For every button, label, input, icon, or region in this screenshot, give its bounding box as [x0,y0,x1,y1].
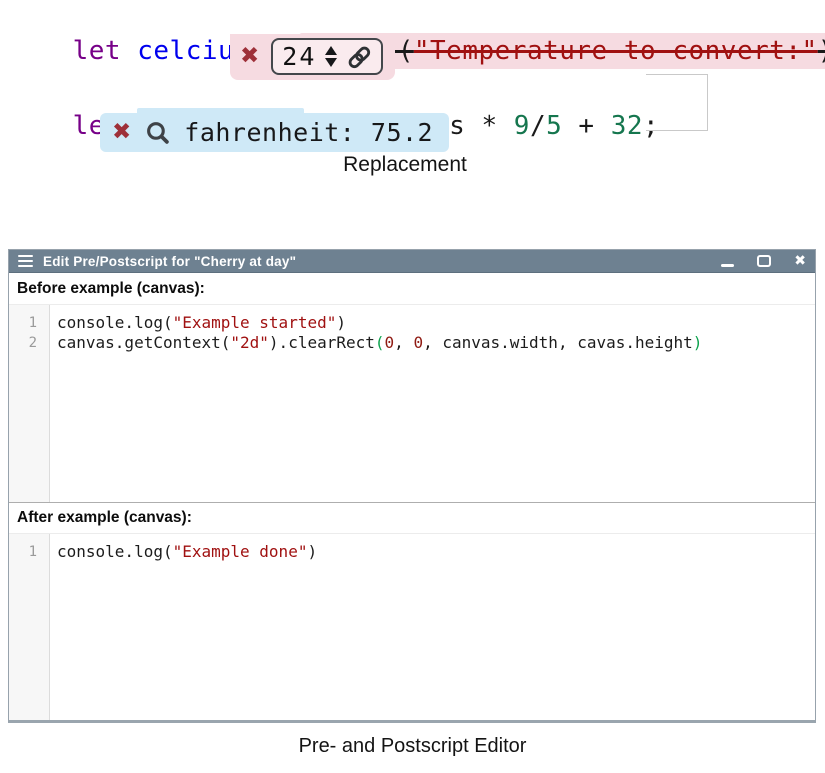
plus: + [562,111,610,141]
matching-bracket: ) [693,333,703,352]
close-button[interactable]: ✖ [794,254,806,268]
code-segment-string: "2d" [230,333,269,352]
after-section-label: After example (canvas): [9,502,815,533]
step-down-icon[interactable] [325,58,337,67]
number-32: 32 [611,111,643,141]
after-editor-code[interactable]: console.log("Example done") [50,534,815,720]
removed-string-literal: "Temperature to convert:" [414,36,818,66]
replacement-value-widget: ✖ 24 [230,34,395,80]
code-line[interactable]: canvas.getContext("2d").clearRect(0, 0, … [57,333,815,353]
window-titlebar[interactable]: Edit Pre/Postscript for "Cherry at day" … [9,250,815,273]
code-segment: console.log( [57,542,173,561]
code-line[interactable]: console.log("Example started") [57,313,815,333]
code-segment: console.log( [57,313,173,332]
line-number: 1 [9,313,49,333]
empty-widget-outline [646,74,708,131]
code-segment: , canvas.width, cavas.height [423,333,693,352]
code-segment: , [394,333,413,352]
code-line[interactable]: console.log("Example done") [57,542,815,562]
code-segment-string: "Example done" [173,542,308,561]
after-editor: 1 console.log("Example done") [9,533,815,720]
before-section-label: Before example (canvas): [9,273,815,304]
editor-window: Edit Pre/Postscript for "Cherry at day" … [8,249,816,723]
minimize-button[interactable] [721,264,734,268]
code-segment-number: 0 [413,333,423,352]
number-5: 5 [546,111,562,141]
page: let celcius = prompt("Temperature to con… [0,0,825,773]
value-input-box[interactable]: 24 [271,38,383,75]
removed-close-paren: ) [818,36,825,66]
before-editor-gutter: 1 2 [9,305,50,502]
code-segment-string: "Example started" [173,313,337,332]
before-editor-code[interactable]: console.log("Example started") canvas.ge… [50,305,815,502]
result-inspect-widget: ✖ fahrenheit: 75.2 [100,113,449,152]
value-text[interactable]: 24 [282,42,316,71]
remove-result-icon[interactable]: ✖ [112,121,131,144]
after-editor-gutter: 1 [9,534,50,720]
result-value-text: fahrenheit: 75.2 [184,118,433,147]
value-stepper[interactable] [325,46,337,67]
menu-icon[interactable] [18,255,33,268]
code-segment: ) [336,313,346,332]
number-9: 9 [514,111,530,141]
code-segment: ) [307,542,317,561]
keyword-let: let [73,36,138,66]
editor-figure-caption: Pre- and Postscript Editor [0,735,825,758]
before-editor: 1 2 console.log("Example started") canva… [9,304,815,502]
code-segment: ).clearRect [269,333,375,352]
link-icon[interactable] [346,44,372,70]
replacement-caption: Replacement [0,153,810,177]
line-number: 1 [9,542,49,562]
step-up-icon[interactable] [325,46,337,55]
maximize-button[interactable] [757,255,771,267]
remove-replacement-icon[interactable]: ✖ [240,45,259,68]
matching-bracket: ( [375,333,385,352]
line-number: 2 [9,333,49,353]
code-segment-number: 0 [385,333,395,352]
magnifier-icon[interactable] [145,120,170,145]
code-segment: canvas.getContext( [57,333,230,352]
slash: / [530,111,546,141]
window-title: Edit Pre/Postscript for "Cherry at day" [43,254,296,269]
